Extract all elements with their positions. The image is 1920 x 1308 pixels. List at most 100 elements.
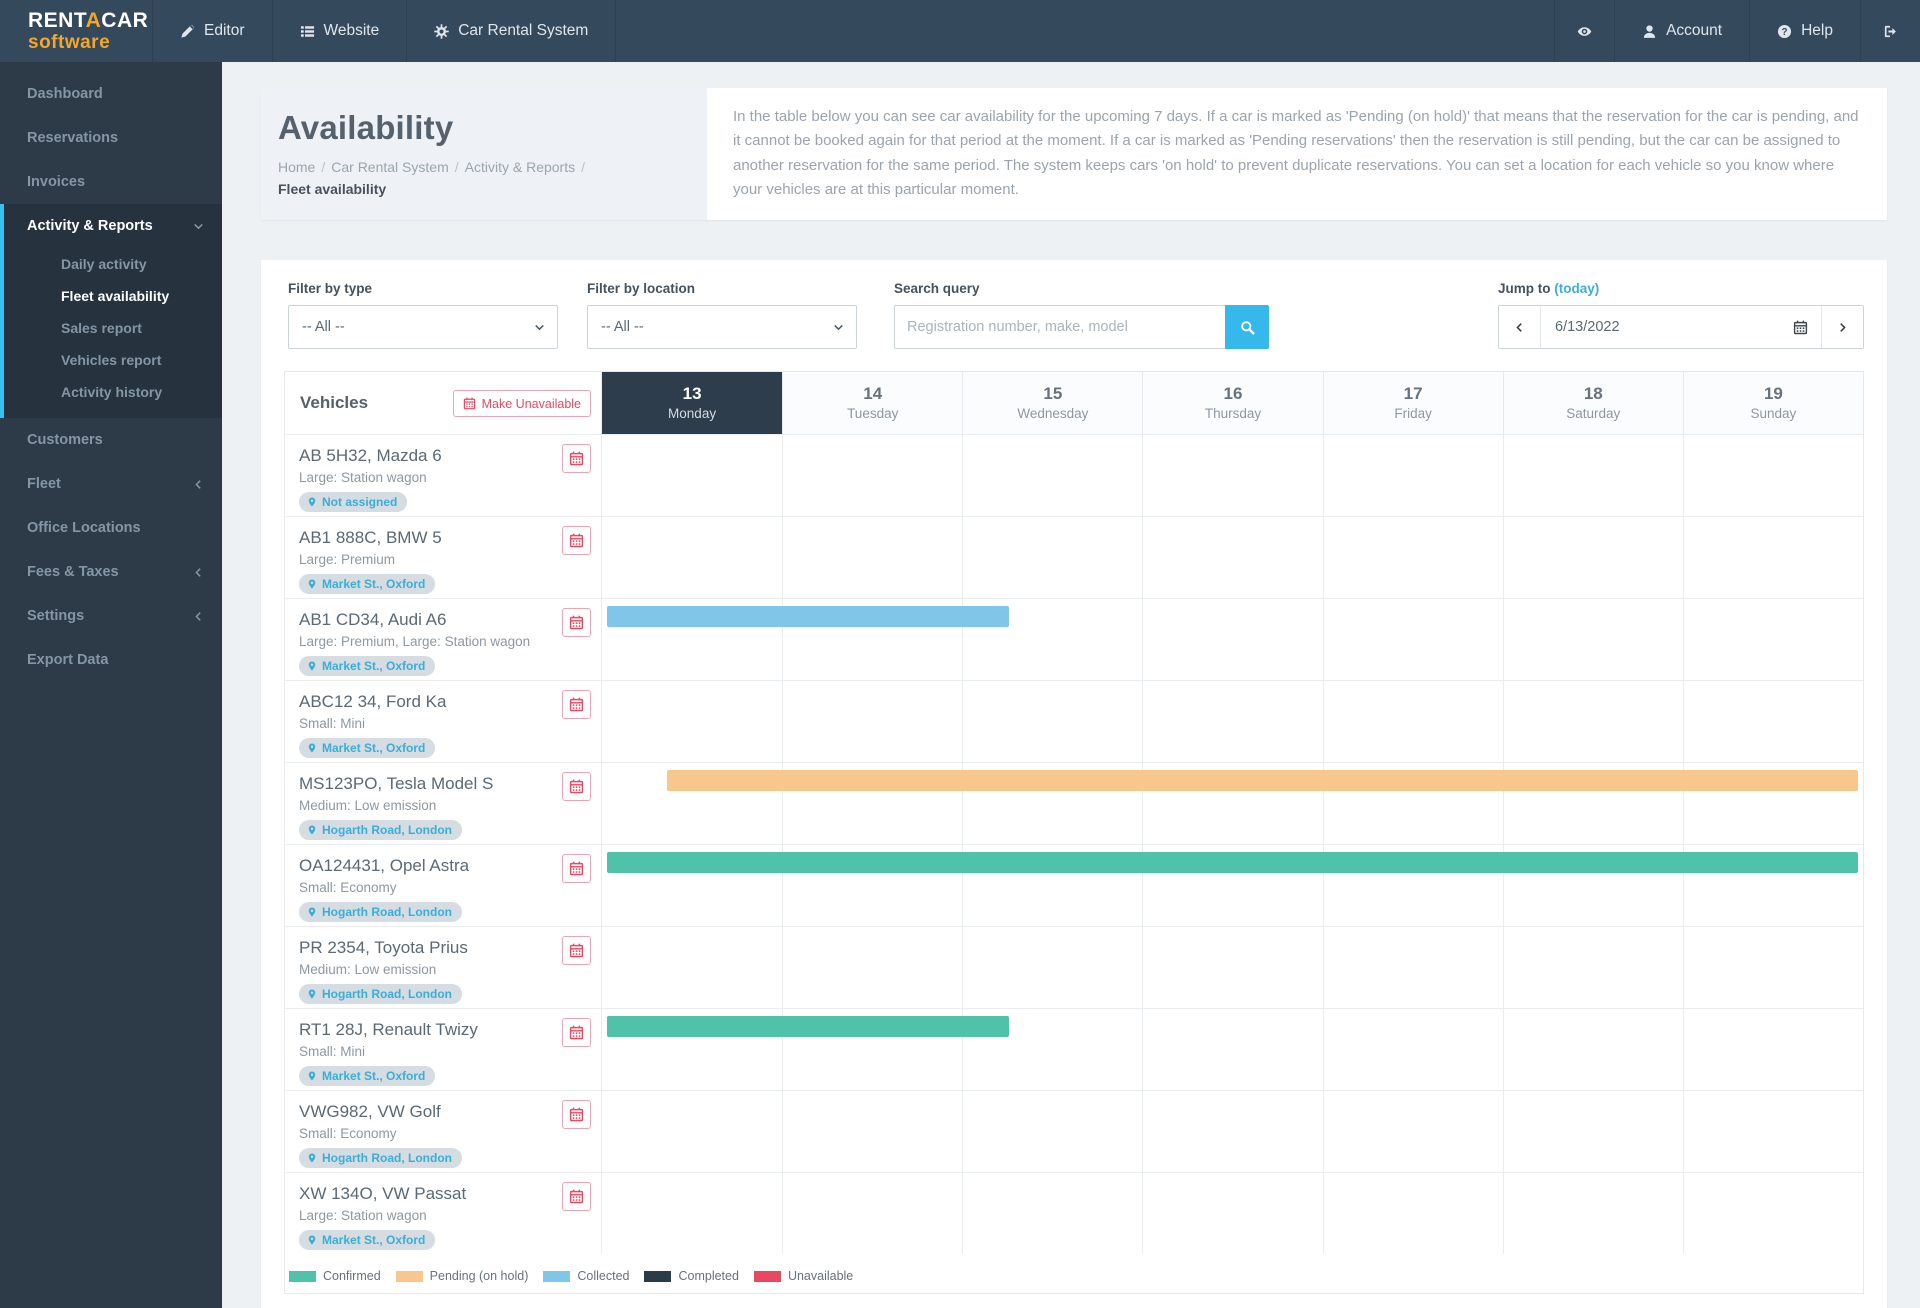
location-label: Market St., Oxford — [322, 659, 425, 673]
location-label: Market St., Oxford — [322, 1233, 425, 1247]
sidebar-subitem-daily-activity[interactable]: Daily activity — [4, 248, 222, 280]
vehicle-calendar-button[interactable] — [562, 854, 591, 883]
day-cell — [602, 1091, 782, 1172]
sidebar-item-customers[interactable]: Customers — [0, 418, 222, 462]
day-cell — [782, 435, 962, 516]
breadcrumb-car-rental-system[interactable]: Car Rental System — [331, 159, 448, 175]
day-header-13: 13 Monday — [602, 372, 782, 434]
location-badge: Market St., Oxford — [299, 656, 435, 676]
filter-location-select[interactable]: -- All -- — [587, 305, 857, 349]
breadcrumb-fleet-availability: Fleet availability — [278, 181, 386, 197]
app-logo[interactable]: RENTACAR software — [0, 0, 152, 62]
sidebar-item-office-locations[interactable]: Office Locations — [0, 506, 222, 550]
sidebar-item-invoices[interactable]: Invoices — [0, 160, 222, 204]
sidebar-item-reservations[interactable]: Reservations — [0, 116, 222, 160]
account-menu[interactable]: Account — [1614, 0, 1749, 62]
reservation-bar-pending[interactable] — [667, 770, 1858, 791]
sidebar-item-label: Settings — [27, 608, 84, 624]
reservation-bar-confirmed[interactable] — [607, 1016, 1009, 1037]
vehicle-cell: PR 2354, Toyota Prius Medium: Low emissi… — [285, 927, 602, 1008]
sidebar-item-label: Invoices — [27, 174, 85, 190]
vehicle-calendar-button[interactable] — [562, 1182, 591, 1211]
calendar-header-row: Vehicles Make Unavailable 13 Monday 14 T… — [285, 371, 1863, 434]
legend-label: Pending (on hold) — [430, 1269, 529, 1283]
sidebar-item-export-data[interactable]: Export Data — [0, 638, 222, 682]
calendar-icon — [1793, 320, 1808, 335]
sidebar-subitem-sales-report[interactable]: Sales report — [4, 312, 222, 344]
logo-line1: RENTACAR — [28, 10, 152, 31]
vehicle-row-rt1-28j: RT1 28J, Renault Twizy Small: Mini Marke… — [285, 1008, 1863, 1090]
vehicle-calendar-button[interactable] — [562, 1018, 591, 1047]
date-input[interactable]: 6/13/2022 — [1541, 306, 1821, 348]
vehicle-week-grid — [602, 927, 1863, 1008]
filter-type-select[interactable]: -- All -- — [288, 305, 558, 349]
vehicle-name: PR 2354, Toyota Prius — [299, 938, 587, 958]
help-menu[interactable]: ?Help — [1749, 0, 1860, 62]
chevron-down-icon — [833, 322, 844, 333]
vehicle-name: AB 5H32, Mazda 6 — [299, 446, 587, 466]
day-cell — [602, 435, 782, 516]
nav-item-editor[interactable]: Editor — [152, 0, 272, 62]
today-link[interactable]: (today) — [1554, 281, 1599, 296]
day-cell — [1323, 681, 1503, 762]
breadcrumb: Home/Car Rental System/Activity & Report… — [278, 159, 687, 197]
nav-item-car-rental-system[interactable]: Car Rental System — [406, 0, 616, 62]
next-day-button[interactable] — [1821, 306, 1863, 348]
vehicle-cell: XW 134O, VW Passat Large: Station wagon … — [285, 1173, 602, 1254]
location-badge: Hogarth Road, London — [299, 1148, 462, 1168]
vehicle-calendar-button[interactable] — [562, 1100, 591, 1129]
vehicle-calendar-button[interactable] — [562, 936, 591, 965]
make-unavailable-button[interactable]: Make Unavailable — [453, 390, 591, 417]
sidebar-item-dashboard[interactable]: Dashboard — [0, 72, 222, 116]
sidebar-item-fees-taxes[interactable]: Fees & Taxes — [0, 550, 222, 594]
search-button[interactable] — [1225, 305, 1269, 349]
prev-day-button[interactable] — [1499, 306, 1541, 348]
day-header-15: 15 Wednesday — [962, 372, 1142, 434]
legend: Confirmed Pending (on hold) Collected Co… — [285, 1254, 1863, 1293]
vehicle-calendar-button[interactable] — [562, 608, 591, 637]
gear-icon — [434, 24, 449, 39]
day-cell — [1503, 1091, 1683, 1172]
vehicle-calendar-button[interactable] — [562, 444, 591, 473]
sidebar-subitem-vehicles-report[interactable]: Vehicles report — [4, 344, 222, 376]
sidebar-subitem-activity-history[interactable]: Activity history — [4, 376, 222, 408]
sidebar-item-settings[interactable]: Settings — [0, 594, 222, 638]
vehicle-calendar-button[interactable] — [562, 772, 591, 801]
breadcrumb-home[interactable]: Home — [278, 159, 315, 175]
nav-item-website[interactable]: Website — [272, 0, 407, 62]
day-name: Friday — [1394, 406, 1432, 421]
vehicle-calendar-button[interactable] — [562, 690, 591, 719]
breadcrumb-activity-reports[interactable]: Activity & Reports — [465, 159, 575, 175]
day-cell — [1142, 1091, 1322, 1172]
preview-button[interactable] — [1554, 0, 1614, 62]
vehicle-category: Medium: Low emission — [299, 962, 587, 977]
reservation-bar-confirmed[interactable] — [607, 852, 1857, 873]
vehicle-name: AB1 888C, BMW 5 — [299, 528, 587, 548]
map-pin-icon — [307, 578, 317, 590]
day-header-17: 17 Friday — [1323, 372, 1503, 434]
location-label: Hogarth Road, London — [322, 1151, 452, 1165]
title-panel: Availability Home/Car Rental System/Acti… — [261, 88, 707, 220]
calendar-icon — [569, 451, 584, 466]
map-pin-icon — [307, 906, 317, 918]
vehicle-category: Large: Premium — [299, 552, 587, 567]
logout-button[interactable] — [1860, 0, 1920, 62]
day-cell — [1503, 1009, 1683, 1090]
search-input[interactable] — [894, 305, 1225, 349]
sidebar-item-fleet[interactable]: Fleet — [0, 462, 222, 506]
legend-item-unavailable: Unavailable — [754, 1269, 853, 1283]
calendar-icon — [569, 1025, 584, 1040]
legend-swatch — [289, 1271, 316, 1282]
day-cell — [962, 517, 1142, 598]
vehicle-row-vwg982: VWG982, VW Golf Small: Economy Hogarth R… — [285, 1090, 1863, 1172]
jump-to-label: Jump to (today) — [1498, 281, 1864, 296]
legend-swatch — [543, 1271, 570, 1282]
sidebar-item-activity-reports[interactable]: Activity & Reports — [4, 204, 222, 248]
vehicle-calendar-button[interactable] — [562, 526, 591, 555]
sidebar-subitem-fleet-availability[interactable]: Fleet availability — [4, 280, 222, 312]
vehicle-cell: AB1 888C, BMW 5 Large: Premium Market St… — [285, 517, 602, 598]
search-icon — [1240, 320, 1255, 335]
reservation-bar-collected[interactable] — [607, 606, 1009, 627]
vehicle-cell: AB 5H32, Mazda 6 Large: Station wagon No… — [285, 435, 602, 516]
sidebar-item-label: Fleet — [27, 476, 61, 492]
